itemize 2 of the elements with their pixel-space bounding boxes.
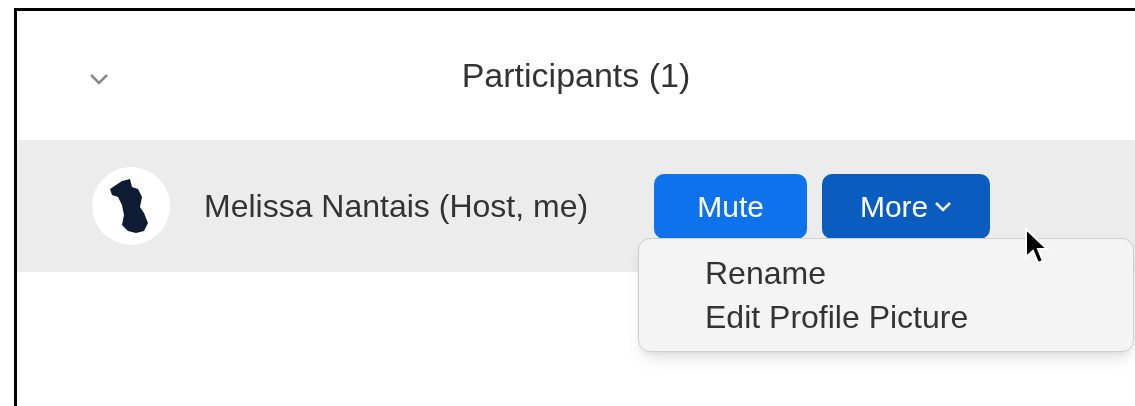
panel-title: Participants (1) <box>461 55 691 96</box>
participant-name: Melissa Nantais (Host, me) <box>204 187 589 226</box>
